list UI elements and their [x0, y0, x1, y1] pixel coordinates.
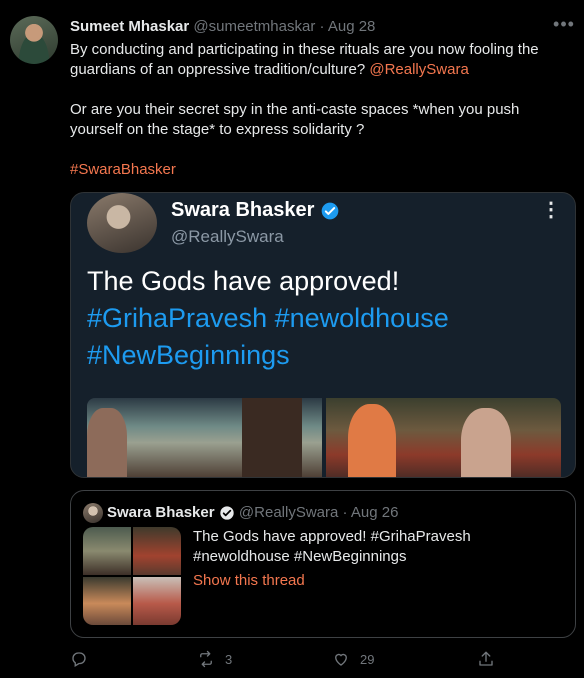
quoted-header: Swara Bhasker @ReallySwara · Aug 26	[107, 504, 398, 521]
quoted-media-grid[interactable]	[83, 527, 181, 625]
quoted-photo-3	[83, 577, 131, 625]
mention-link[interactable]: @ReallySwara	[369, 61, 468, 78]
quoted-text: The Gods have approved! #GrihaPravesh #n…	[193, 528, 471, 565]
like-count: 29	[360, 651, 375, 667]
tweet-body: By conducting and participating in these…	[70, 40, 560, 180]
reply-button[interactable]	[70, 650, 98, 668]
share-button[interactable]	[477, 650, 495, 668]
verified-badge-icon	[321, 202, 339, 220]
author-handle[interactable]: @sumeetmhaskar	[193, 18, 315, 35]
quoted-author-name: Swara Bhasker	[107, 504, 215, 521]
show-thread-link[interactable]: Show this thread	[193, 572, 305, 589]
quoted-date: Aug 26	[350, 504, 399, 521]
tweet-paragraph-1: By conducting and participating in these…	[70, 40, 560, 80]
screenshot-text: The Gods have approved! #GrihaPravesh #n…	[87, 263, 567, 374]
share-icon	[479, 651, 493, 666]
screenshot-author-name: Swara Bhasker	[171, 199, 340, 222]
quoted-photo-1	[83, 527, 131, 575]
hashtag-link[interactable]: #SwaraBhasker	[70, 161, 176, 178]
screenshot-media-strip	[87, 398, 561, 477]
retweet-count: 3	[225, 651, 233, 667]
quoted-photo-2	[133, 527, 181, 575]
screenshot-photo-1	[87, 398, 322, 477]
screenshot-line-1: The Gods have approved!	[87, 266, 400, 296]
quoted-tweet[interactable]: Swara Bhasker @ReallySwara · Aug 26 The …	[70, 490, 576, 638]
screenshot-avatar	[87, 193, 157, 253]
tweet-date[interactable]: Aug 28	[328, 18, 376, 35]
retweet-button[interactable]: 3	[197, 650, 232, 668]
screenshot-photo-2	[326, 398, 561, 477]
screenshot-author-name-text: Swara Bhasker	[171, 199, 315, 221]
header-separator: ·	[319, 18, 325, 35]
tweet-header: Sumeet Mhaskar @sumeetmhaskar · Aug 28	[70, 18, 375, 36]
retweet-icon	[200, 650, 212, 668]
quoted-avatar	[83, 503, 103, 523]
tweet[interactable]: Sumeet Mhaskar @sumeetmhaskar · Aug 28 •…	[0, 0, 584, 678]
heart-icon	[335, 653, 347, 666]
screenshot-line-3: #NewBeginnings	[87, 340, 290, 370]
author-avatar[interactable]	[10, 16, 58, 64]
more-options-icon[interactable]: •••	[552, 14, 576, 38]
tweet-paragraph-2: Or are you their secret spy in the anti-…	[70, 101, 520, 138]
like-button[interactable]: 29	[332, 650, 374, 668]
author-name[interactable]: Sumeet Mhaskar	[70, 18, 189, 35]
quoted-verified-badge-icon	[220, 506, 234, 520]
screenshot-author-handle: @ReallySwara	[171, 227, 284, 246]
quoted-separator: ·	[342, 504, 348, 521]
attached-screenshot-image[interactable]: Swara Bhasker @ReallySwara ⋮ The Gods ha…	[70, 192, 576, 478]
action-bar: 3 29	[70, 650, 510, 672]
quoted-photo-4	[133, 577, 181, 625]
quoted-author-handle: @ReallySwara	[238, 504, 339, 521]
reply-icon	[72, 652, 86, 667]
screenshot-more-icon: ⋮	[541, 199, 561, 221]
screenshot-line-2: #GrihaPravesh #newoldhouse	[87, 303, 449, 333]
